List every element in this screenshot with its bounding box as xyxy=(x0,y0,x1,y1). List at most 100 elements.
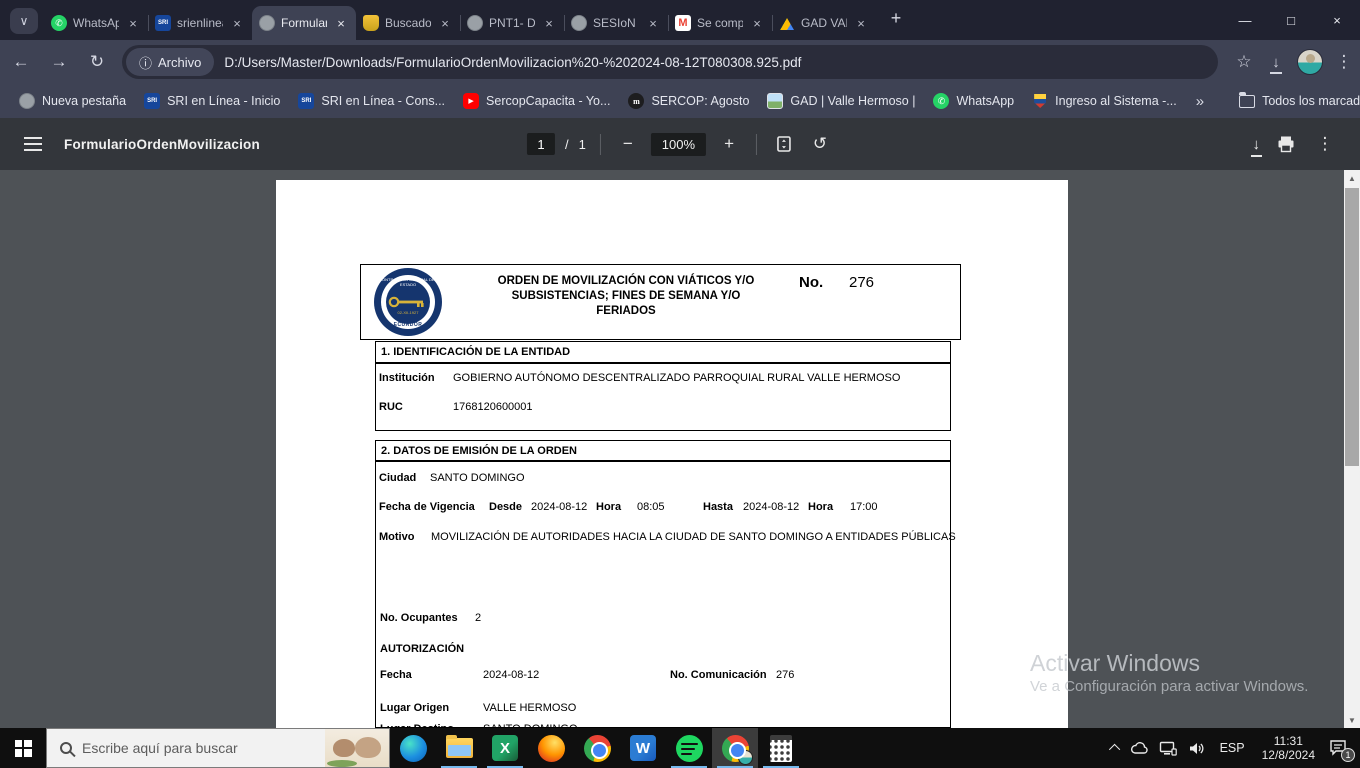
action-center-icon[interactable]: 1 xyxy=(1328,738,1355,762)
search-highlight-image[interactable] xyxy=(325,729,389,767)
tab-close-icon[interactable]: × xyxy=(333,15,349,31)
bookmark-nueva-pestana[interactable]: Nueva pestaña xyxy=(10,88,135,114)
browser-tab-gmail[interactable]: M Se comparti × xyxy=(668,6,772,40)
taskbar-spotify[interactable] xyxy=(666,728,712,768)
bookmarks-overflow-chevron[interactable]: » xyxy=(1186,93,1214,110)
pdf-page: CONTRALORÍA GENERAL DEL ESTADO 02-XII-19… xyxy=(276,180,1068,728)
address-bar[interactable]: ⓘ Archivo D:/Users/Master/Downloads/Form… xyxy=(122,45,1218,79)
bookmark-star-icon[interactable]: ☆ xyxy=(1228,46,1260,78)
start-button[interactable] xyxy=(0,728,46,768)
pdf-menu-icon[interactable] xyxy=(24,137,42,151)
taskbar-chrome[interactable] xyxy=(574,728,620,768)
word-icon: W xyxy=(630,735,656,761)
reload-button[interactable]: ↻ xyxy=(80,45,114,79)
scroll-up-arrow[interactable]: ▲ xyxy=(1344,170,1360,186)
browser-menu-icon[interactable]: ⋮ xyxy=(1328,46,1360,78)
new-tab-button[interactable]: + xyxy=(882,4,910,32)
zoom-in-button[interactable]: + xyxy=(716,131,742,157)
profile-avatar[interactable] xyxy=(1297,49,1323,75)
order-number-value: 276 xyxy=(849,274,875,291)
tab-close-icon[interactable]: × xyxy=(853,15,869,31)
contraloria-seal-logo: CONTRALORÍA GENERAL DEL ESTADO 02-XII-19… xyxy=(374,268,442,336)
tray-expand-chevron-icon[interactable] xyxy=(1108,743,1120,756)
network-icon[interactable] xyxy=(1158,738,1178,758)
file-scheme-chip[interactable]: ⓘ Archivo xyxy=(126,48,215,76)
tab-strip: ∨ ✆ WhatsApp × SRI srienlinea.sri × Form… xyxy=(0,0,1360,40)
minimize-button[interactable]: — xyxy=(1222,0,1268,40)
taskbar-file-explorer[interactable] xyxy=(436,728,482,768)
chrome-icon xyxy=(721,734,753,765)
page-total: 1 xyxy=(578,136,586,152)
scroll-down-arrow[interactable]: ▼ xyxy=(1344,712,1360,728)
browser-tab-formulario-active[interactable]: FormularioO × xyxy=(252,6,356,40)
maximize-button[interactable]: □ xyxy=(1268,0,1314,40)
tabs-container: ✆ WhatsApp × SRI srienlinea.sri × Formul… xyxy=(44,0,876,40)
taskbar-search-box[interactable]: Escribe aquí para buscar xyxy=(46,728,390,768)
activate-windows-watermark-sub: Ve a Configuración para activar Windows. xyxy=(1030,678,1309,695)
vertical-scrollbar[interactable]: ▲ ▼ xyxy=(1344,170,1360,728)
system-tray: ESP 11:31 12/8/2024 1 xyxy=(1108,728,1360,768)
taskbar-chrome-active[interactable] xyxy=(712,728,758,768)
fit-page-icon[interactable] xyxy=(771,131,797,157)
bookmark-sri-consultas[interactable]: SRI SRI en Línea - Cons... xyxy=(289,88,454,114)
desde-label: Desde xyxy=(489,501,523,513)
rotate-icon[interactable]: ↺ xyxy=(807,131,833,157)
taskbar-excel[interactable]: X xyxy=(482,728,528,768)
language-indicator[interactable]: ESP xyxy=(1216,741,1249,755)
hora1-label: Hora xyxy=(596,501,622,513)
taskbar-clock[interactable]: 11:31 12/8/2024 xyxy=(1258,734,1319,762)
bookmark-whatsapp[interactable]: ✆ WhatsApp xyxy=(924,88,1023,114)
tab-close-icon[interactable]: × xyxy=(749,15,765,31)
tab-search-button[interactable]: ∨ xyxy=(10,8,38,34)
back-button[interactable]: ← xyxy=(4,45,38,79)
tab-close-icon[interactable]: × xyxy=(541,15,557,31)
downloads-icon[interactable]: ↓ xyxy=(1260,46,1292,78)
gad-site-icon xyxy=(767,93,784,109)
browser-tab-pnt1[interactable]: PNT1- Defen × xyxy=(460,6,564,40)
lugar-origen-label: Lugar Origen xyxy=(380,702,450,714)
globe-favicon xyxy=(571,15,587,31)
zoom-level[interactable]: 100% xyxy=(650,132,707,156)
calculator-icon xyxy=(770,734,792,762)
taskbar-edge[interactable] xyxy=(390,728,436,768)
zoom-out-button[interactable]: − xyxy=(615,131,641,157)
all-bookmarks-button[interactable]: Todos los marcadores xyxy=(1230,88,1360,114)
bookmark-ingreso-sistema[interactable]: Ingreso al Sistema -... xyxy=(1023,88,1186,114)
page-number-input[interactable] xyxy=(526,133,555,155)
scrollbar-thumb[interactable] xyxy=(1345,188,1359,466)
browser-tab-sri[interactable]: SRI srienlinea.sri × xyxy=(148,6,252,40)
tab-close-icon[interactable]: × xyxy=(125,15,141,31)
browser-tab-whatsapp[interactable]: ✆ WhatsApp × xyxy=(44,6,148,40)
bookmark-sercop-youtube[interactable]: ▶ SercopCapacita - Yo... xyxy=(454,88,619,114)
taskbar-firefox[interactable] xyxy=(528,728,574,768)
ciudad-label: Ciudad xyxy=(379,472,417,484)
print-icon[interactable] xyxy=(1276,134,1296,154)
browser-tab-buscador[interactable]: Buscador de × xyxy=(356,6,460,40)
bookmark-gad-valle-hermoso[interactable]: GAD | Valle Hermoso | xyxy=(758,88,924,114)
onedrive-cloud-icon[interactable] xyxy=(1129,738,1149,758)
tab-close-icon[interactable]: × xyxy=(645,15,661,31)
bookmark-sercop-agosto[interactable]: m SERCOP: Agosto xyxy=(619,88,758,114)
ocupantes-value: 2 xyxy=(475,612,482,624)
taskbar-word[interactable]: W xyxy=(620,728,666,768)
close-button[interactable]: × xyxy=(1314,0,1360,40)
pdf-document-title: FormularioOrdenMovilizacion xyxy=(64,136,260,152)
bookmark-sri-inicio[interactable]: SRI SRI en Línea - Inicio xyxy=(135,88,289,114)
pdf-more-menu-icon[interactable]: ⋮ xyxy=(1312,131,1338,157)
pdf-document-icon xyxy=(259,15,275,31)
pdf-download-icon[interactable]: ↓ xyxy=(1250,136,1262,157)
forward-button[interactable]: → xyxy=(42,45,76,79)
excel-icon: X xyxy=(492,735,518,761)
browser-tab-sesion[interactable]: SESIoN ORDI × xyxy=(564,6,668,40)
taskbar-calculator[interactable] xyxy=(758,728,804,768)
order-number-label: No. xyxy=(799,274,824,291)
hora2-value: 17:00 xyxy=(850,501,878,513)
tab-close-icon[interactable]: × xyxy=(437,15,453,31)
windows-logo-icon xyxy=(14,739,32,757)
volume-icon[interactable] xyxy=(1187,738,1207,758)
browser-tab-drive[interactable]: GAD VALLE H × xyxy=(772,6,876,40)
motivo-label: Motivo xyxy=(379,531,415,543)
tab-close-icon[interactable]: × xyxy=(229,15,245,31)
chrome-icon xyxy=(583,734,611,762)
activate-windows-watermark: Activar Windows xyxy=(1030,650,1200,676)
